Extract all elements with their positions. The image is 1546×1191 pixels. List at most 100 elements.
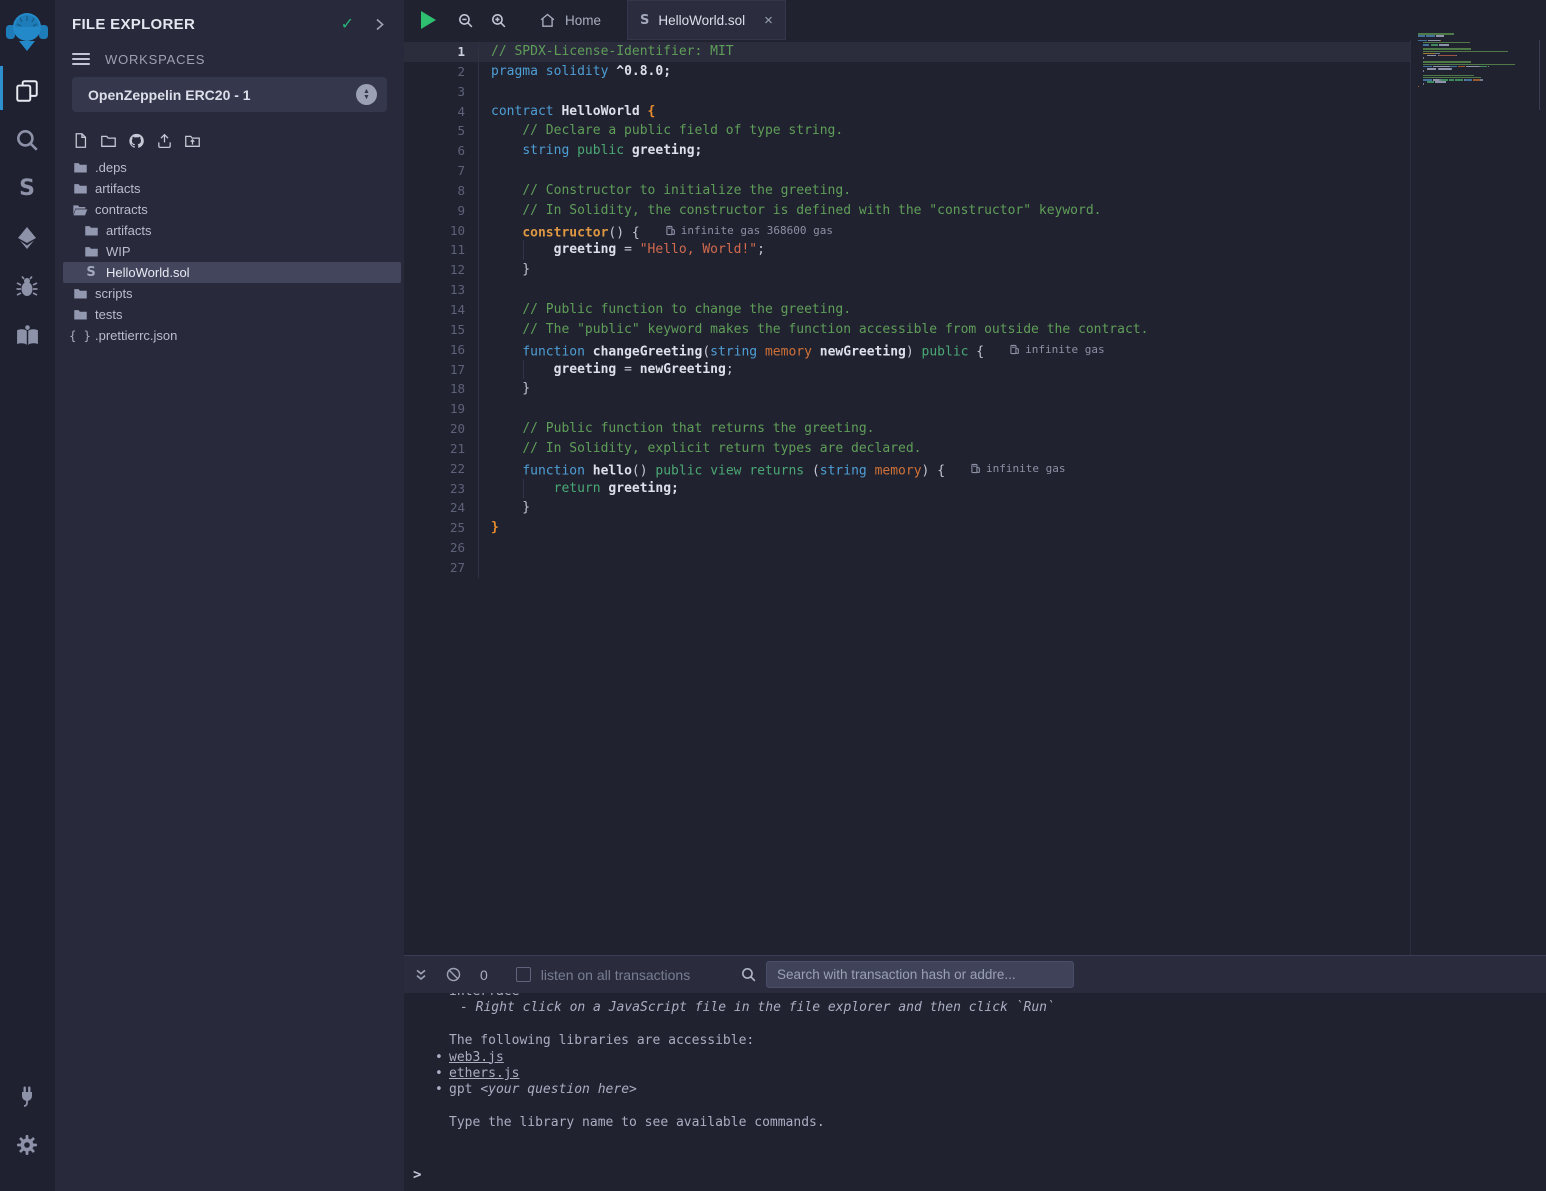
line-content: greeting = "Hello, World!"; bbox=[478, 240, 1410, 260]
line-content: // Constructor to initialize the greetin… bbox=[478, 181, 1410, 201]
line-content bbox=[478, 538, 1410, 558]
code-line[interactable]: 10 constructor() {infinite gas 368600 ga… bbox=[404, 221, 1410, 241]
code-line[interactable]: 26 bbox=[404, 538, 1410, 558]
listen-transactions-checkbox[interactable] bbox=[516, 967, 531, 982]
line-number: 17 bbox=[404, 360, 478, 380]
line-content: contract HelloWorld { bbox=[478, 102, 1410, 122]
file-tree-item[interactable]: .deps bbox=[63, 157, 401, 178]
file-tree-item[interactable]: { }.prettierrc.json bbox=[63, 325, 401, 346]
code-lines[interactable]: 1// SPDX-License-Identifier: MIT2pragma … bbox=[404, 42, 1410, 578]
file-tree-item[interactable]: artifacts bbox=[63, 220, 401, 241]
tab-helloworld-sol[interactable]: S HelloWorld.sol × bbox=[627, 0, 786, 40]
code-line[interactable]: 19 bbox=[404, 399, 1410, 419]
folder-open-icon bbox=[72, 202, 88, 218]
run-script-button[interactable] bbox=[421, 11, 436, 29]
code-line[interactable]: 20 // Public function that returns the g… bbox=[404, 419, 1410, 439]
line-number: 10 bbox=[404, 221, 478, 241]
line-number: 3 bbox=[404, 82, 478, 102]
code-line[interactable]: 11 greeting = "Hello, World!"; bbox=[404, 240, 1410, 260]
terminal-line: The following libraries are accessible: bbox=[404, 1033, 1546, 1049]
code-line[interactable]: 7 bbox=[404, 161, 1410, 181]
code-line[interactable]: 13 bbox=[404, 280, 1410, 300]
terminal-line bbox=[404, 1099, 1546, 1115]
terminal-line: •gpt <your question here> bbox=[404, 1082, 1546, 1098]
clear-console-icon[interactable] bbox=[445, 966, 462, 983]
file-tree-item[interactable]: WIP bbox=[63, 241, 401, 262]
code-line[interactable]: 25} bbox=[404, 518, 1410, 538]
code-line[interactable]: 9 // In Solidity, the constructor is def… bbox=[404, 201, 1410, 221]
tab-home[interactable]: Home bbox=[527, 0, 613, 40]
chevron-right-icon[interactable] bbox=[372, 17, 387, 32]
upload-folder-icon[interactable] bbox=[184, 132, 201, 149]
code-line[interactable]: 8 // Constructor to initialize the greet… bbox=[404, 181, 1410, 201]
line-content: // Declare a public field of type string… bbox=[478, 121, 1410, 141]
file-explorer-icon[interactable] bbox=[13, 77, 41, 105]
terminal-search-input[interactable] bbox=[766, 961, 1074, 988]
library-link[interactable]: web3.js bbox=[449, 1050, 504, 1065]
upload-file-icon[interactable] bbox=[156, 132, 173, 149]
code-line[interactable]: 12 } bbox=[404, 260, 1410, 280]
workspace-select[interactable]: OpenZeppelin ERC20 - 1 ▲▼ bbox=[72, 77, 387, 112]
code-line[interactable]: 4contract HelloWorld { bbox=[404, 102, 1410, 122]
expand-terminal-icon[interactable] bbox=[413, 967, 429, 983]
code-line[interactable]: 21 // In Solidity, explicit return types… bbox=[404, 439, 1410, 459]
file-explorer-panel: FILE EXPLORER ✓ WORKSPACES OpenZeppelin … bbox=[55, 0, 404, 1191]
code-line[interactable]: 18 } bbox=[404, 379, 1410, 399]
line-number: 8 bbox=[404, 181, 478, 201]
transaction-count-badge: 0 bbox=[480, 967, 488, 983]
debugger-icon[interactable] bbox=[13, 273, 41, 301]
code-line[interactable]: 17 greeting = newGreeting; bbox=[404, 360, 1410, 380]
file-name: .deps bbox=[95, 160, 127, 175]
file-tree-item[interactable]: artifacts bbox=[63, 178, 401, 199]
file-name: artifacts bbox=[106, 223, 152, 238]
file-tree-item[interactable]: SHelloWorld.sol bbox=[63, 262, 401, 283]
settings-gear-icon[interactable] bbox=[13, 1131, 41, 1159]
workspaces-menu-icon[interactable] bbox=[72, 50, 90, 68]
folder-icon bbox=[72, 307, 88, 322]
file-name: scripts bbox=[95, 286, 133, 301]
zoom-out-icon[interactable] bbox=[457, 12, 474, 29]
file-tree-item[interactable]: contracts bbox=[63, 199, 401, 220]
clone-github-icon[interactable] bbox=[128, 132, 145, 149]
plugin-manager-icon[interactable] bbox=[13, 1081, 41, 1109]
line-number: 5 bbox=[404, 121, 478, 141]
code-line[interactable]: 23 return greeting; bbox=[404, 479, 1410, 499]
code-line[interactable]: 6 string public greeting; bbox=[404, 141, 1410, 161]
listen-transactions-label[interactable]: listen on all transactions bbox=[541, 967, 690, 983]
code-line[interactable]: 22 function hello() public view returns … bbox=[404, 459, 1410, 479]
json-icon: { } bbox=[72, 329, 88, 343]
panel-title: FILE EXPLORER bbox=[72, 16, 341, 33]
terminal-line bbox=[404, 1017, 1546, 1033]
code-line[interactable]: 16 function changeGreeting(string memory… bbox=[404, 340, 1410, 360]
code-line[interactable]: 15 // The "public" keyword makes the fun… bbox=[404, 320, 1410, 340]
solidity-compiler-icon[interactable]: S bbox=[13, 175, 41, 203]
learneth-icon[interactable] bbox=[13, 322, 41, 350]
code-line[interactable]: 24 } bbox=[404, 498, 1410, 518]
search-icon[interactable] bbox=[13, 126, 41, 154]
minimap-column bbox=[1410, 40, 1546, 955]
solidity-icon: S bbox=[83, 265, 99, 280]
library-link[interactable]: ethers.js bbox=[449, 1066, 519, 1081]
new-file-icon[interactable] bbox=[72, 132, 89, 149]
line-content: function hello() public view returns (st… bbox=[478, 459, 1410, 479]
code-line[interactable]: 2pragma solidity ^0.8.0; bbox=[404, 62, 1410, 82]
line-number: 24 bbox=[404, 498, 478, 518]
close-tab-icon[interactable]: × bbox=[764, 12, 773, 29]
code-line[interactable]: 14 // Public function to change the gree… bbox=[404, 300, 1410, 320]
file-tree-item[interactable]: tests bbox=[63, 304, 401, 325]
code-line[interactable]: 1// SPDX-License-Identifier: MIT bbox=[404, 42, 1410, 62]
file-tree-item[interactable]: scripts bbox=[63, 283, 401, 304]
new-folder-icon[interactable] bbox=[100, 132, 117, 149]
terminal-line: •ethers.js bbox=[404, 1066, 1546, 1082]
deploy-run-icon[interactable] bbox=[13, 224, 41, 252]
line-number: 2 bbox=[404, 62, 478, 82]
code-line[interactable]: 3 bbox=[404, 82, 1410, 102]
check-icon[interactable]: ✓ bbox=[341, 14, 354, 34]
terminal-prompt[interactable]: > bbox=[413, 1167, 421, 1183]
zoom-in-icon[interactable] bbox=[490, 12, 507, 29]
code-line[interactable]: 5 // Declare a public field of type stri… bbox=[404, 121, 1410, 141]
code-line[interactable]: 27 bbox=[404, 558, 1410, 578]
minimap[interactable] bbox=[1418, 33, 1540, 92]
line-number: 21 bbox=[404, 439, 478, 459]
folder-icon bbox=[72, 181, 88, 196]
